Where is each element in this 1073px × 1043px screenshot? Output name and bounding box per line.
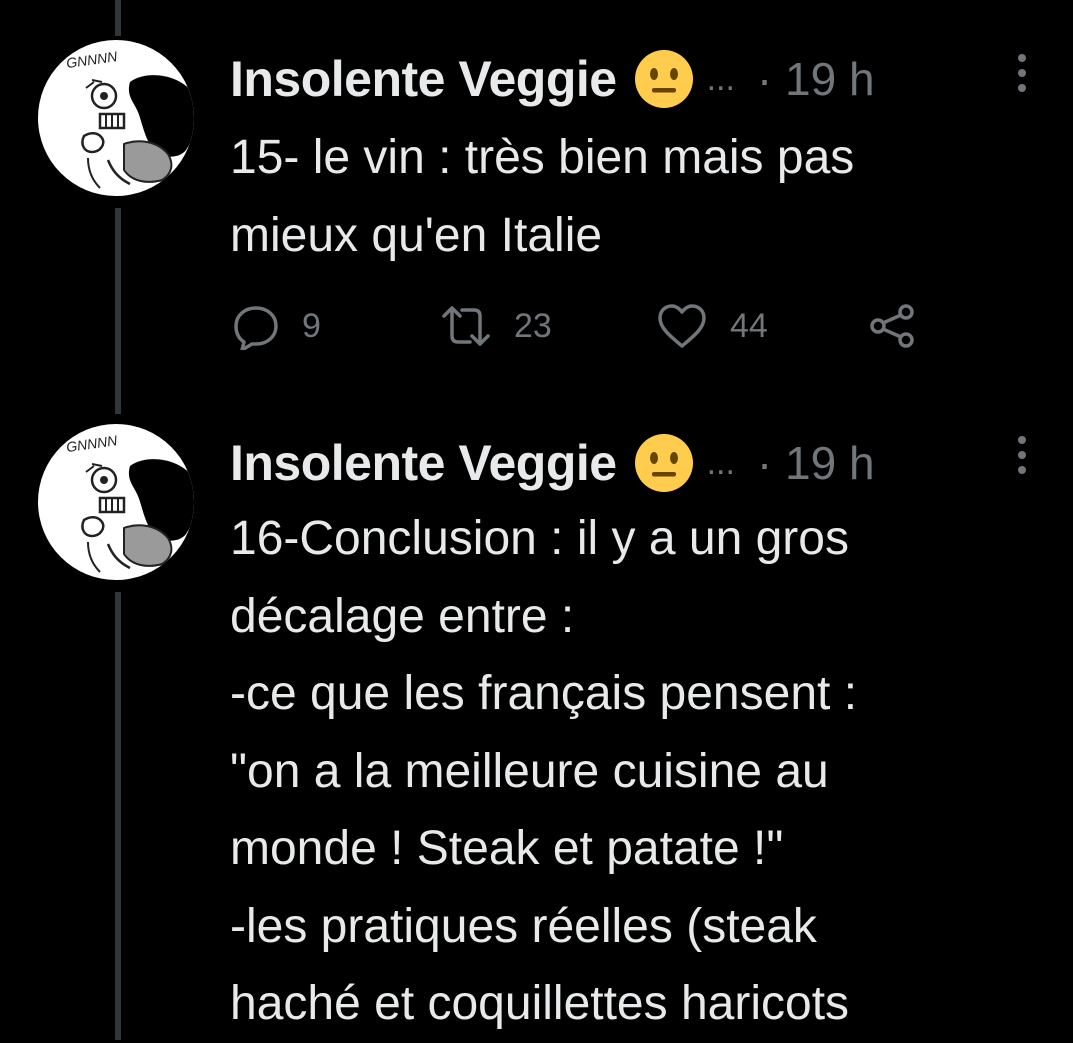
tweet-header: Insolente Veggie ... · 19 h: [230, 44, 875, 114]
tweet-header: Insolente Veggie ... · 19 h: [230, 428, 875, 498]
retweet-icon: [442, 306, 490, 346]
avatar-drawing: GNNNN: [65, 48, 194, 189]
tweet-text: 16-Conclusion : il y a un gros décalage …: [230, 512, 858, 1030]
avatar-drawing: GNNNN: [65, 432, 194, 573]
neutral-face-emoji-icon: [634, 50, 693, 108]
avatar[interactable]: GNNNN: [38, 424, 194, 580]
tweet-text: 15- le vin : très bien mais pas mieux qu…: [230, 131, 855, 262]
reply-button[interactable]: 9: [232, 296, 321, 356]
heart-icon: [658, 304, 706, 348]
reply-icon: [234, 306, 278, 350]
tweet-16[interactable]: GNNNN Insolente Veggie ... · 19 h 16-Con…: [0, 414, 1073, 1040]
tweet-timestamp[interactable]: · 19 h: [757, 436, 875, 490]
share-icon: [870, 304, 914, 348]
avatar-caption: GNNNN: [65, 432, 119, 455]
share-button[interactable]: [868, 296, 916, 356]
like-count: 44: [730, 306, 768, 345]
tweet-timestamp[interactable]: · 19 h: [757, 52, 875, 106]
more-options-icon[interactable]: [1012, 52, 1032, 94]
avatar-caption: GNNNN: [65, 48, 119, 71]
reply-count: 9: [302, 306, 321, 345]
neutral-face-emoji-icon: [634, 434, 693, 492]
author-name[interactable]: Insolente Veggie: [230, 50, 617, 108]
more-options-icon[interactable]: [1012, 434, 1032, 476]
retweet-count: 23: [514, 306, 552, 345]
tweet-15[interactable]: GNNNN Insolente Veggie ... · 19 h 15- le…: [0, 0, 1073, 414]
name-truncation: ...: [706, 443, 735, 482]
name-truncation: ...: [706, 59, 735, 98]
author-name[interactable]: Insolente Veggie: [230, 434, 617, 492]
avatar[interactable]: GNNNN: [38, 40, 194, 196]
retweet-button[interactable]: 23: [440, 296, 552, 356]
like-button[interactable]: 44: [656, 296, 768, 356]
